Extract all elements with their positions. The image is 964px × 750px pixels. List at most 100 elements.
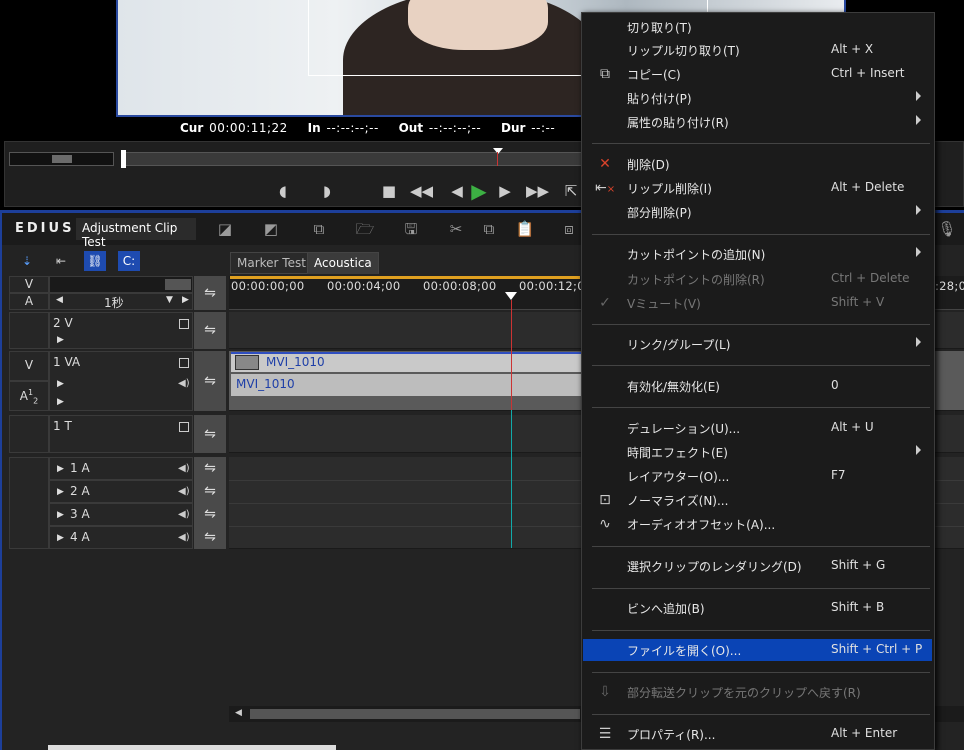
step-back-icon[interactable]: ◀ — [446, 180, 468, 202]
scale-slider-track[interactable] — [49, 276, 193, 293]
restore-icon: ⇩ — [599, 684, 611, 700]
scale-slider-thumb[interactable] — [165, 279, 191, 290]
track-header-3a[interactable]: ▶ 3 A ◀) — [49, 503, 193, 526]
paste-icon[interactable]: 📋 — [512, 219, 538, 239]
menu-item-time-effect[interactable]: 時間エフェクト(E) — [583, 441, 932, 463]
expand-icon[interactable]: ▶ — [57, 487, 64, 497]
menu-item-enable-disable[interactable]: 有効化/無効化(E) 0 — [583, 375, 932, 397]
menu-item-paste-attributes[interactable]: 属性の貼り付け(R) — [583, 111, 932, 133]
open-folder-icon[interactable]: 🗁 — [352, 219, 378, 239]
menu-item-cut[interactable]: 切り取り(T) — [583, 16, 932, 38]
expand-icon[interactable]: ▶ — [57, 533, 64, 543]
copy-toolbar-icon[interactable]: ⧉ — [476, 219, 502, 239]
menu-item-add-cut-point[interactable]: カットポイントの追加(N) — [583, 243, 932, 265]
expand-icon[interactable]: ▶ — [57, 397, 64, 407]
menu-separator — [592, 588, 930, 589]
scale-dropdown-icon[interactable]: ▼ — [166, 295, 173, 305]
scrollbar-thumb[interactable] — [250, 709, 580, 719]
track-header-1va[interactable]: 1 VA ◀) ▶ ▶ — [49, 351, 193, 411]
expand-icon[interactable]: ▶ — [57, 510, 64, 520]
video-display-icon[interactable] — [179, 358, 189, 368]
menu-item-partial-delete[interactable]: 部分削除(P) — [583, 201, 932, 223]
menu-item-ripple-cut[interactable]: リップル切り取り(T) Alt + X — [583, 39, 932, 61]
audio-clip[interactable]: MVI_1010 — [231, 374, 581, 396]
voice-over-mic-icon[interactable]: 🎙 — [934, 219, 960, 239]
sync-icon[interactable]: ⇋ — [194, 526, 226, 549]
video-display-icon[interactable] — [179, 422, 189, 432]
scale-prev-icon[interactable]: ◀ — [56, 295, 63, 305]
scale-selector[interactable]: ◀ 1秒 ▼ ▶ — [49, 293, 193, 310]
insert-mode-icon[interactable]: ⇣ — [16, 251, 38, 271]
trim-icon[interactable]: ◩ — [258, 219, 284, 239]
playhead-marker[interactable] — [505, 292, 517, 300]
speaker-icon[interactable]: ◀) — [178, 378, 190, 389]
scrubber-playhead-marker[interactable] — [493, 148, 503, 154]
speaker-icon[interactable]: ◀) — [178, 463, 190, 474]
sequence-icon[interactable]: ⧉ — [306, 219, 332, 239]
jog-slider-thumb[interactable] — [52, 155, 72, 163]
delete-x-icon: ✕ — [599, 156, 611, 172]
play-icon[interactable]: ▶ — [468, 180, 490, 202]
sync-icon[interactable]: ⇋ — [194, 457, 226, 480]
fast-forward-icon[interactable]: ▶▶ — [526, 180, 549, 202]
menu-item-layouter[interactable]: レイアウター(O)... F7 — [583, 465, 932, 487]
video-clip[interactable]: MVI_1010 — [231, 352, 581, 372]
ruler-label: 00:00:04;00 — [327, 279, 401, 293]
header-sync-icon[interactable]: ⇋ — [194, 276, 226, 310]
step-forward-icon[interactable]: ▶ — [494, 180, 516, 202]
track-header-2a[interactable]: ▶ 2 A ◀) — [49, 480, 193, 503]
track-header-1t[interactable]: 1 T — [49, 415, 193, 453]
sync-icon[interactable]: ⇋ — [194, 503, 226, 526]
tab-marker-test[interactable]: Marker Test — [230, 252, 313, 274]
track-patch-2v[interactable] — [9, 312, 49, 349]
video-display-icon[interactable] — [179, 319, 189, 329]
track-patch-1va-v[interactable]: V — [9, 351, 49, 381]
menu-shortcut: Ctrl + Insert — [831, 66, 905, 80]
menu-item-ripple-delete[interactable]: ⇤× リップル削除(I) Alt + Delete — [583, 177, 932, 199]
scroll-left-icon[interactable]: ◀ — [235, 708, 242, 718]
cut-scissors-icon[interactable]: ✂ — [443, 219, 469, 239]
sync-lock-icon[interactable]: C: — [118, 251, 140, 271]
menu-item-delete[interactable]: ✕ 削除(D) — [583, 153, 932, 175]
menu-item-duration[interactable]: デュレーション(U)... Alt + U — [583, 417, 932, 439]
ripple-mode-icon[interactable]: ⇤ — [50, 251, 72, 271]
expand-icon[interactable]: ▶ — [57, 464, 64, 474]
link-mode-icon[interactable]: ⛓ — [84, 251, 106, 271]
menu-item-audio-offset[interactable]: ∿ オーディオオフセット(A)... — [583, 513, 932, 535]
speaker-icon[interactable]: ◀) — [178, 532, 190, 543]
menu-item-paste[interactable]: 貼り付け(P) — [583, 87, 932, 109]
expand-icon[interactable]: ▶ — [57, 379, 64, 389]
track-header-2v[interactable]: 2 V ▶ — [49, 312, 193, 349]
set-in-icon[interactable]: ◖ — [272, 180, 294, 202]
rewind-icon[interactable]: ◀◀ — [410, 180, 433, 202]
set-out-icon[interactable]: ◗ — [316, 180, 338, 202]
sync-icon[interactable]: ⇋ — [194, 351, 226, 411]
menu-item-copy[interactable]: ⧉ コピー(C) Ctrl + Insert — [583, 63, 932, 85]
menu-item-properties[interactable]: ☰ プロパティ(R)... Alt + Enter — [583, 723, 932, 745]
menu-item-link-group[interactable]: リンク/グループ(L) — [583, 333, 932, 355]
menu-item-open-file[interactable]: ファイルを開く(O)... Shift + Ctrl + P — [583, 639, 932, 661]
tab-acoustica[interactable]: Acoustica — [307, 252, 379, 274]
scale-next-icon[interactable]: ▶ — [182, 295, 189, 305]
speaker-icon[interactable]: ◀) — [178, 486, 190, 497]
speaker-icon[interactable]: ◀) — [178, 509, 190, 520]
sync-icon[interactable]: ⇋ — [194, 415, 226, 453]
menu-item-render-selected[interactable]: 選択クリップのレンダリング(D) Shift + G — [583, 555, 932, 577]
loop-icon[interactable]: ⇱ — [560, 180, 582, 202]
save-icon[interactable]: 🖫 — [398, 219, 424, 239]
sync-icon[interactable]: ⇋ — [194, 312, 226, 349]
sync-icon[interactable]: ⇋ — [194, 480, 226, 503]
track-header-4a[interactable]: ▶ 4 A ◀) — [49, 526, 193, 549]
expand-icon[interactable]: ▶ — [57, 335, 64, 345]
scrubber-start-handle[interactable] — [121, 150, 126, 168]
submenu-arrow-icon — [916, 337, 921, 347]
track-header-1a[interactable]: ▶ 1 A ◀) — [49, 457, 193, 480]
select-icon[interactable]: ◪ — [212, 219, 238, 239]
track-patch-1va-a[interactable]: A12 — [9, 381, 49, 411]
position-scrubber[interactable] — [122, 152, 582, 166]
replace-icon[interactable]: ⧈ — [556, 219, 582, 239]
menu-item-normalize[interactable]: ⊡ ノーマライズ(N)... — [583, 489, 932, 511]
menu-item-add-to-bin[interactable]: ビンへ追加(B) Shift + B — [583, 597, 932, 619]
track-patch-1t[interactable] — [9, 415, 49, 453]
stop-icon[interactable]: ■ — [378, 180, 400, 202]
